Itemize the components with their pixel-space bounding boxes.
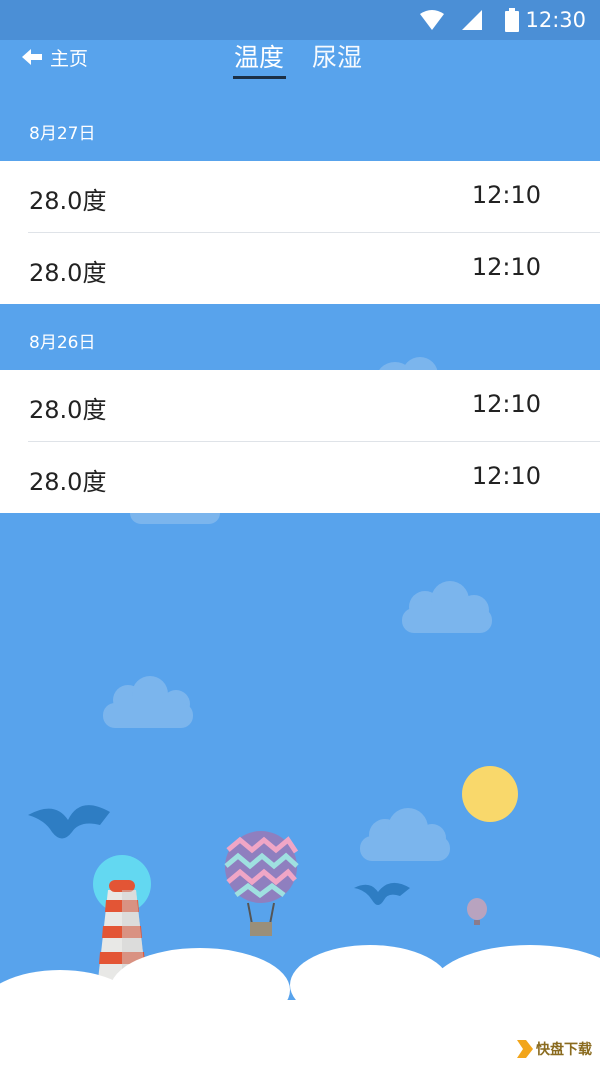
cloud-decoration [103,676,193,728]
record-row[interactable]: 28.0度 12:10 [28,441,600,513]
back-arrow-icon [22,49,42,65]
temperature-value: 28.0度 [29,468,107,496]
temperature-value: 28.0度 [29,187,107,215]
watermark-text: 快盘下载 [536,1042,592,1058]
back-label: 主页 [50,47,89,70]
sun-decoration [462,766,518,822]
status-bar: 12:30 [0,0,600,40]
temperature-value: 28.0度 [29,259,107,287]
cloud-decoration [360,808,450,861]
record-time: 12:10 [471,462,541,490]
top-nav: 主页 温度 尿湿 [0,40,600,100]
record-list: 28.0度 12:10 28.0度 12:10 [0,161,600,304]
status-time: 12:30 [525,8,586,32]
watermark-logo-icon [517,1040,533,1058]
watermark: 快盘下载 [517,1039,592,1059]
date-header: 8月27日 [29,124,96,144]
cloud-decoration [402,581,492,633]
record-time: 12:10 [471,390,541,418]
temperature-value: 28.0度 [29,396,107,424]
wifi-icon [420,10,444,30]
back-button[interactable]: 主页 [22,43,88,71]
signal-icon [462,10,482,30]
record-time: 12:10 [471,181,541,209]
active-tab-indicator [233,76,286,79]
date-header: 8月26日 [29,333,96,353]
tab-wetness[interactable]: 尿湿 [312,38,362,74]
record-time: 12:10 [471,253,541,281]
ground-clouds-decoration [0,945,600,1067]
tab-temperature[interactable]: 温度 [234,38,284,74]
bird-decoration [28,805,410,905]
record-list: 28.0度 12:10 28.0度 12:10 [0,370,600,513]
record-row[interactable]: 28.0度 12:10 [0,370,600,441]
battery-icon [505,8,519,32]
hot-air-balloon-decoration [224,831,299,936]
record-row[interactable]: 28.0度 12:10 [28,232,600,304]
small-balloon-decoration [467,898,487,925]
record-row[interactable]: 28.0度 12:10 [0,161,600,232]
